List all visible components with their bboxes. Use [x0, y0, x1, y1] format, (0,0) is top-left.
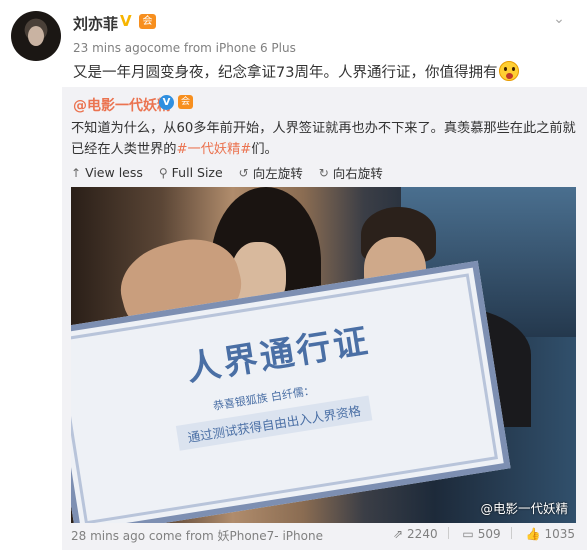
hashtag-link[interactable]: #一代妖精# — [177, 142, 252, 157]
avatar-face — [28, 26, 44, 46]
rotate-left-label: 向左旋转 — [252, 166, 303, 181]
certificate-title: 人界通行证 — [184, 320, 374, 390]
image-watermark: @电影一代妖精 — [480, 501, 568, 516]
rotate-right-button[interactable]: ↻ 向右旋转 — [319, 163, 383, 182]
repost-time[interactable]: 28 mins ago — [71, 529, 145, 543]
repost-card: @电影一代妖精 V 会 不知道为什么，从60多年前开始，人界签证就再也办不下来了… — [62, 87, 587, 550]
repost-icon: ⇗ — [392, 527, 404, 541]
repost-member-icon: 会 — [178, 95, 193, 109]
image-actions: ↑ View less ⚲ Full Size ↺ 向左旋转 ↻ 向右旋转 — [71, 163, 395, 182]
arrow-up-icon: ↑ — [71, 165, 82, 180]
full-size-label: Full Size — [171, 165, 223, 180]
member-badge-icon: 会 — [139, 14, 156, 29]
chevron-down-icon[interactable]: ⌄ — [548, 11, 570, 27]
full-size-button[interactable]: ⚲ Full Size — [159, 165, 223, 180]
stats-divider — [447, 527, 449, 539]
repost-source: come from 妖Phone7- iPhone — [148, 529, 323, 543]
comment-icon: ▭ — [462, 527, 474, 541]
verified-badge-icon: V — [120, 12, 132, 30]
surprised-face-emoji-icon — [499, 61, 520, 81]
repost-text-before: 不知道为什么，从60多年前开始，人界签证就再也办不下来了。真羡慕那些在此之前就已… — [71, 121, 576, 157]
post-meta: 23 mins agocome from iPhone 6 Plus — [73, 41, 296, 55]
post-image[interactable]: 人界通行证 恭喜银狐族 白纤儒： 通过测试获得自由出入人界资格 @电影一代妖精 — [71, 187, 576, 523]
comment-count: 509 — [477, 527, 501, 541]
avatar[interactable] — [11, 11, 61, 61]
comment-count-button[interactable]: ▭ 509 — [462, 527, 500, 541]
repost-stats: ⇗ 2240 ▭ 509 👍 1035 — [383, 527, 575, 541]
stats-divider — [510, 527, 512, 539]
repost-text: 不知道为什么，从60多年前开始，人界签证就再也办不下来了。真羡慕那些在此之前就已… — [71, 118, 576, 160]
repost-meta: 28 mins ago come from 妖Phone7- iPhone — [71, 527, 323, 544]
rotate-left-icon: ↺ — [238, 165, 249, 180]
repost-verified-icon: V — [159, 95, 174, 110]
repost-author-name[interactable]: @电影一代妖精 — [73, 95, 171, 115]
post-text: 又是一年月圆变身夜，纪念拿证73周年。人界通行证，你值得拥有 — [73, 60, 520, 86]
rotate-right-icon: ↻ — [318, 165, 329, 180]
rotate-right-label: 向右旋转 — [332, 166, 383, 181]
like-count-button[interactable]: 👍 1035 — [526, 527, 576, 541]
view-less-label: View less — [85, 165, 143, 180]
author-name[interactable]: 刘亦菲 — [73, 13, 118, 34]
like-count: 1035 — [544, 527, 575, 541]
view-less-button[interactable]: ↑ View less — [71, 165, 143, 180]
repost-text-after: 们。 — [251, 142, 278, 157]
post-source: come from iPhone 6 Plus — [147, 41, 296, 55]
rotate-left-button[interactable]: ↺ 向左旋转 — [239, 163, 303, 182]
repost-count-button[interactable]: ⇗ 2240 — [393, 527, 438, 541]
search-icon: ⚲ — [158, 165, 168, 180]
post-time[interactable]: 23 mins ago — [73, 41, 147, 55]
repost-count: 2240 — [407, 527, 438, 541]
thumbs-up-icon: 👍 — [525, 527, 541, 541]
post-text-body: 又是一年月圆变身夜，纪念拿证73周年。人界通行证，你值得拥有 — [73, 65, 498, 81]
